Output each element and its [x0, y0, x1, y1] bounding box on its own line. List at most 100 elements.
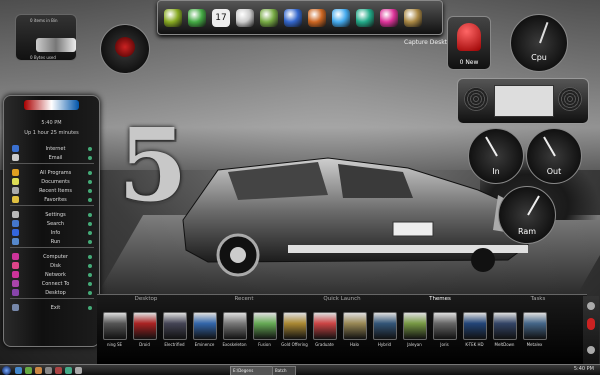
- sidebar-item-disk[interactable]: Disk: [12, 261, 92, 270]
- firefox-icon[interactable]: [308, 8, 326, 27]
- calendar-icon[interactable]: 17: [212, 8, 230, 27]
- messenger-icon[interactable]: [332, 8, 350, 27]
- document-icon[interactable]: [236, 8, 254, 27]
- quicklaunch-2-icon[interactable]: [25, 367, 32, 374]
- sidebar-item-internet[interactable]: Internet: [12, 144, 92, 153]
- theme-item[interactable]: ning SE: [101, 312, 128, 348]
- theme-item[interactable]: K-TEK HD: [461, 312, 488, 348]
- in-label: In: [492, 167, 500, 176]
- theme-item[interactable]: Exoskeleton: [221, 312, 248, 348]
- launcher-side-controls: [583, 296, 599, 364]
- quicklaunch-6-icon[interactable]: [65, 367, 72, 374]
- refresh-icon[interactable]: [188, 8, 206, 27]
- sidebar-item-label: Exit: [50, 304, 61, 311]
- arrow-icon: [88, 188, 92, 193]
- theme-item[interactable]: Droid: [131, 312, 158, 348]
- top-dock: 17: [157, 0, 443, 35]
- ram-needle: [527, 195, 541, 216]
- theme-thumbnail: [132, 312, 157, 340]
- sidebar-item-label: Internet: [45, 145, 66, 152]
- arrow-icon: [88, 305, 92, 310]
- theme-label: Metalex: [526, 342, 543, 347]
- theme-label: Halo: [349, 342, 360, 347]
- sidebar-item-email[interactable]: Email: [12, 153, 92, 162]
- sidebar-item-computer[interactable]: Computer: [12, 252, 92, 261]
- quicklaunch-3-icon[interactable]: [35, 367, 42, 374]
- sidebar-item-label: Network: [45, 271, 66, 278]
- theme-item[interactable]: Graduate: [311, 312, 338, 348]
- flag-logo-icon: [24, 100, 79, 110]
- theme-item[interactable]: Gold Offering: [281, 312, 308, 348]
- disk-icon: [12, 262, 19, 269]
- arrow-icon: [88, 263, 92, 268]
- tab-recent[interactable]: Recent: [195, 296, 293, 306]
- theme-item[interactable]: Halo: [341, 312, 368, 348]
- sidebar-item-favorites[interactable]: Favorites: [12, 195, 92, 204]
- sidebar-item-run[interactable]: Run: [12, 237, 92, 246]
- clock-logo-icon: [115, 37, 135, 57]
- arrow-icon: [88, 179, 92, 184]
- cpu-needle: [539, 21, 549, 44]
- theme-thumbnail: [342, 312, 367, 340]
- media-icon[interactable]: [404, 8, 422, 27]
- arrow-icon: [88, 281, 92, 286]
- sidebar-item-label: Run: [50, 238, 61, 245]
- sidebar-item-settings[interactable]: Settings: [12, 210, 92, 219]
- sidebar-item-desktop[interactable]: Desktop: [12, 288, 92, 297]
- theme-label: Eminence: [194, 342, 215, 347]
- exit-icon: [12, 304, 19, 311]
- sidebar-item-recent-items[interactable]: Recent Items: [12, 186, 92, 195]
- quicklaunch-1-icon[interactable]: [15, 367, 22, 374]
- theme-label: Jaleyan: [407, 342, 422, 347]
- theme-item[interactable]: Jaleyan: [401, 312, 428, 348]
- sidebar-item-connect-to[interactable]: Connect To: [12, 279, 92, 288]
- quicklaunch-7-icon[interactable]: [75, 367, 82, 374]
- taskbar-task-2[interactable]: Batch: [272, 366, 296, 375]
- quicklaunch-5-icon[interactable]: [55, 367, 62, 374]
- start-button[interactable]: [2, 366, 11, 375]
- theme-item[interactable]: MeltDown: [491, 312, 518, 348]
- tab-tasks[interactable]: Tasks: [489, 296, 587, 306]
- sidebar-item-label: Info: [50, 229, 61, 236]
- sidebar-item-documents[interactable]: Documents: [12, 177, 92, 186]
- connect-icon: [12, 280, 19, 287]
- tab-themes[interactable]: Themes: [391, 296, 489, 306]
- sidebar-item-network[interactable]: Network: [12, 270, 92, 279]
- theme-item[interactable]: Eminence: [191, 312, 218, 348]
- theme-item[interactable]: Metalex: [521, 312, 548, 348]
- theme-item[interactable]: Electrified: [161, 312, 188, 348]
- sidebar-item-search[interactable]: Search: [12, 219, 92, 228]
- scroll-up-icon[interactable]: [587, 302, 595, 310]
- tab-desktop[interactable]: Desktop: [97, 296, 195, 306]
- sidebar-item-exit[interactable]: Exit: [12, 303, 92, 312]
- globe-icon[interactable]: [284, 8, 302, 27]
- theme-item[interactable]: Fusion: [251, 312, 278, 348]
- settings-icon: [12, 211, 19, 218]
- network-icon[interactable]: [356, 8, 374, 27]
- arrow-icon: [88, 254, 92, 259]
- theme-thumbnail: [312, 312, 337, 340]
- nvidia-icon[interactable]: [164, 8, 182, 27]
- theme-thumbnail: [192, 312, 217, 340]
- theme-item[interactable]: Joris: [431, 312, 458, 348]
- taskbar-task-1[interactable]: E:\Degens: [230, 366, 274, 375]
- theme-item[interactable]: Hybrid: [371, 312, 398, 348]
- arrow-icon: [88, 170, 92, 175]
- launcher-bar: Desktop Recent Quick Launch Themes Tasks nin…: [97, 294, 587, 365]
- computer-icon: [12, 253, 19, 260]
- tool-icon[interactable]: [260, 8, 278, 27]
- scroll-down-icon[interactable]: [587, 346, 595, 354]
- theme-thumbnail: [432, 312, 457, 340]
- quicklaunch-4-icon[interactable]: [45, 367, 52, 374]
- arrow-icon: [88, 239, 92, 244]
- theme-label: MeltDown: [494, 342, 515, 347]
- arrow-icon: [88, 197, 92, 202]
- sidebar-item-all-programs[interactable]: All Programs: [12, 168, 92, 177]
- recycle-bin-widget[interactable]: 0 items in Bin 0 Bytes used: [15, 14, 77, 61]
- sidebar-item-label: Disk: [50, 262, 61, 269]
- sidebar-divider: [10, 298, 94, 299]
- tab-quick-launch[interactable]: Quick Launch: [293, 296, 391, 306]
- pink-app-icon[interactable]: [380, 8, 398, 27]
- mail-widget[interactable]: 0 New: [447, 16, 491, 70]
- sidebar-item-info[interactable]: Info: [12, 228, 92, 237]
